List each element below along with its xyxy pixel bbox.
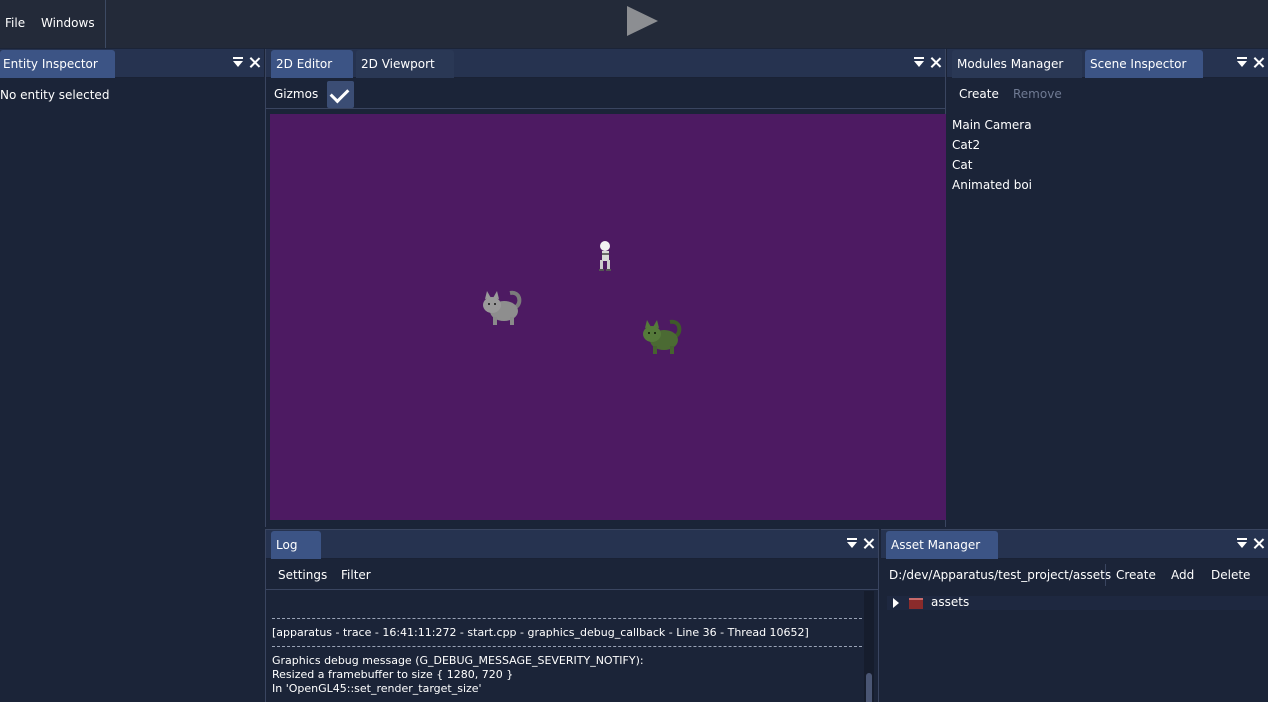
menu-windows[interactable]: Windows: [41, 16, 95, 30]
editor-titlebar: 2D Editor 2D Viewport: [266, 49, 945, 78]
log-separator: [272, 646, 862, 647]
close-icon[interactable]: [249, 57, 260, 68]
tab-entity-inspector[interactable]: Entity Inspector: [0, 50, 115, 78]
entity-item-animated-boi[interactable]: Animated boi: [952, 178, 1032, 192]
gizmos-checkbox[interactable]: [327, 81, 354, 108]
log-line: Resized a framebuffer to size { 1280, 72…: [272, 668, 514, 681]
asset-manager-toolbar: D:/dev/Apparatus/test_project/assets Cre…: [881, 560, 1268, 590]
cat2-sprite[interactable]: [640, 316, 682, 356]
asset-tree-item[interactable]: assets: [887, 595, 1268, 610]
close-icon[interactable]: [1253, 538, 1264, 549]
editor-panel: 2D Editor 2D Viewport Gizmos: [265, 49, 946, 527]
animated-boi-sprite[interactable]: [597, 240, 613, 274]
entity-item-main-camera[interactable]: Main Camera: [952, 118, 1032, 132]
cat-sprite[interactable]: [480, 287, 522, 327]
tab-scene-inspector[interactable]: Scene Inspector: [1085, 50, 1203, 78]
tab-asset-manager[interactable]: Asset Manager: [886, 531, 998, 559]
menu-separator: [105, 0, 106, 48]
close-icon[interactable]: [930, 57, 941, 68]
scene-inspector-toolbar: Create Remove: [947, 79, 1268, 109]
entity-item-cat[interactable]: Cat: [952, 158, 972, 172]
folder-icon: [909, 598, 923, 609]
toolbar-separator: [1105, 564, 1106, 586]
dock-menu-icon[interactable]: [847, 537, 857, 549]
log-filter-button[interactable]: Filter: [341, 560, 371, 590]
asset-manager-panel: Asset Manager D:/dev/Apparatus/test_proj…: [881, 529, 1268, 702]
log-separator: [272, 618, 862, 619]
log-output[interactable]: [apparatus - trace - 16:41:11:272 - star…: [266, 591, 878, 702]
expand-arrow-icon[interactable]: [893, 598, 899, 608]
tab-log[interactable]: Log: [271, 531, 321, 559]
scene-inspector-titlebar: Modules Manager Scene Inspector: [947, 49, 1268, 78]
tab-2d-viewport[interactable]: 2D Viewport: [356, 50, 454, 78]
close-icon[interactable]: [863, 538, 874, 549]
menu-file[interactable]: File: [5, 16, 25, 30]
entity-inspector-panel: Entity Inspector No entity selected: [0, 49, 264, 702]
log-scrollbar[interactable]: [864, 591, 874, 702]
close-icon[interactable]: [1253, 57, 1264, 68]
asset-manager-titlebar: Asset Manager: [881, 530, 1268, 559]
entity-item-cat2[interactable]: Cat2: [952, 138, 980, 152]
log-line: In 'OpenGL45::set_render_target_size': [272, 682, 482, 695]
remove-button[interactable]: Remove: [1013, 79, 1062, 109]
asset-add-button[interactable]: Add: [1171, 560, 1194, 590]
create-button[interactable]: Create: [959, 79, 999, 109]
log-line: [apparatus - trace - 16:41:11:272 - star…: [272, 626, 809, 639]
editor-toolbar: Gizmos: [266, 79, 945, 109]
asset-delete-button[interactable]: Delete: [1211, 560, 1250, 590]
scene-viewport[interactable]: [270, 114, 946, 520]
log-titlebar: Log: [266, 530, 878, 559]
asset-tree-label: assets: [931, 595, 970, 609]
entity-inspector-titlebar: Entity Inspector: [0, 49, 264, 78]
log-toolbar: Settings Filter: [266, 560, 878, 590]
empty-selection-text: No entity selected: [0, 88, 110, 102]
play-icon[interactable]: [627, 6, 658, 36]
dock-menu-icon[interactable]: [1237, 537, 1247, 549]
asset-create-button[interactable]: Create: [1116, 560, 1156, 590]
menu-bar: File Windows: [0, 0, 1268, 48]
dock-menu-icon[interactable]: [1237, 56, 1247, 68]
dock-menu-icon[interactable]: [233, 56, 243, 68]
tab-modules-manager[interactable]: Modules Manager: [952, 50, 1082, 78]
log-settings-button[interactable]: Settings: [278, 560, 327, 590]
log-panel: Log Settings Filter [apparatus - trace -…: [265, 529, 879, 702]
scene-inspector-panel: Modules Manager Scene Inspector Create R…: [947, 49, 1268, 527]
log-line: Graphics debug message (G_DEBUG_MESSAGE_…: [272, 654, 644, 667]
dock-menu-icon[interactable]: [914, 56, 924, 68]
tab-2d-editor[interactable]: 2D Editor: [271, 50, 353, 78]
asset-path-label: D:/dev/Apparatus/test_project/assets: [889, 568, 1112, 582]
gizmos-label: Gizmos: [274, 87, 319, 101]
log-scroll-thumb[interactable]: [866, 673, 872, 702]
